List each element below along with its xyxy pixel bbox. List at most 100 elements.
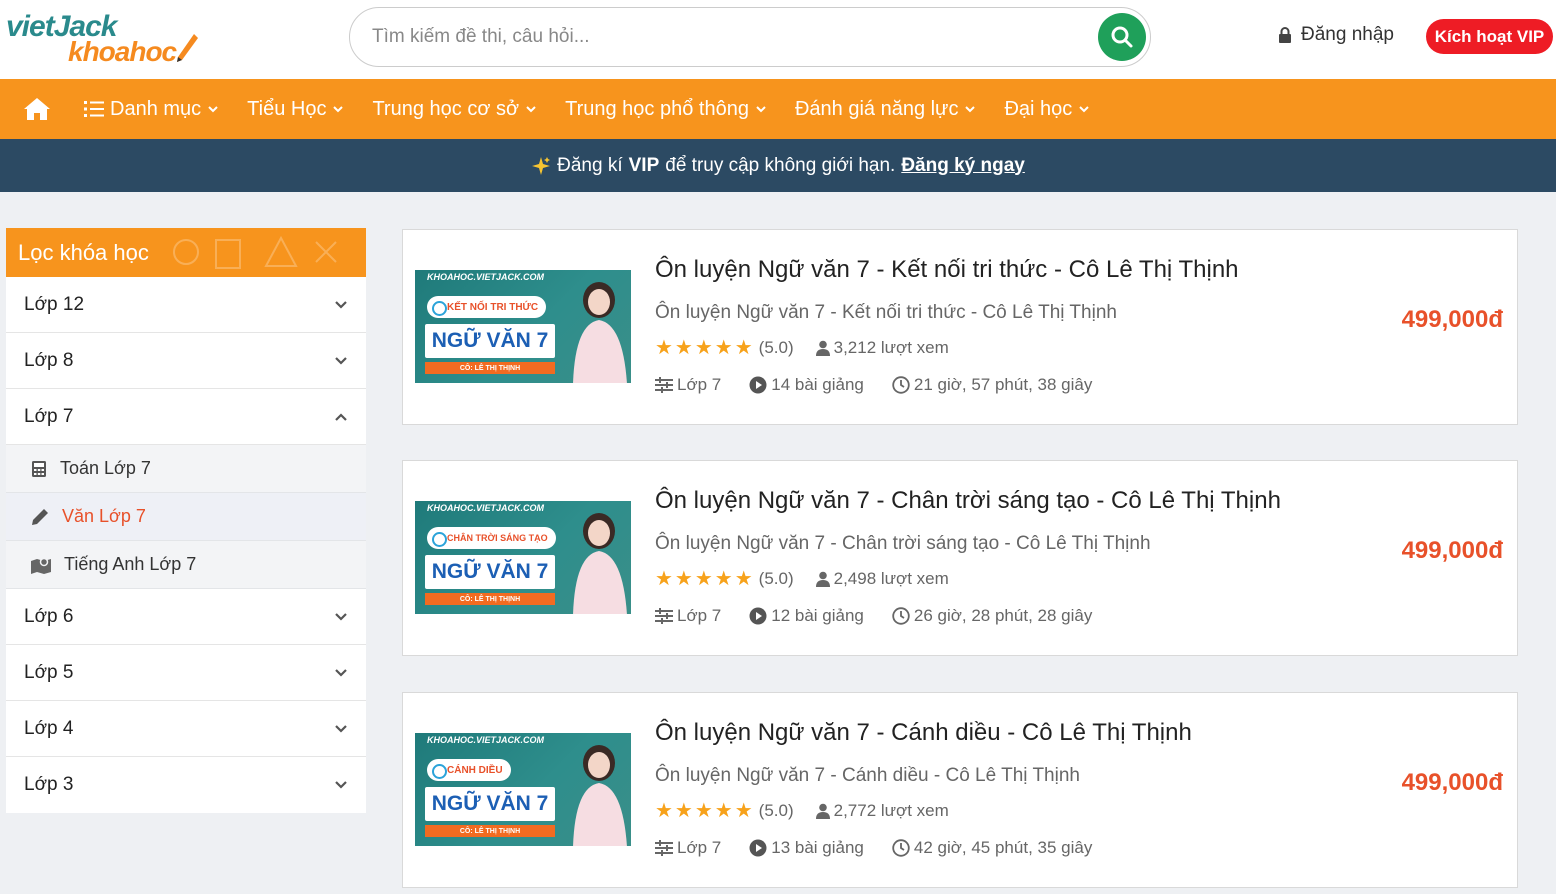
home-button[interactable]	[0, 96, 74, 122]
nav-item-dai-hoc[interactable]: Đại học	[1004, 98, 1090, 121]
lessons-text: 13 bài giảng	[771, 838, 864, 857]
clock-icon	[892, 376, 910, 394]
thumb-site: KHOAHOC.VIETJACK.COM	[427, 272, 545, 282]
sidebar-subitem-label: Tiếng Anh Lớp 7	[64, 554, 197, 574]
course-thumbnail[interactable]: KHOAHOC.VIETJACK.COM CÁNH DIỀU NGỮ VĂN 7…	[415, 733, 631, 846]
course-card[interactable]: KHOAHOC.VIETJACK.COM CÁNH DIỀU NGỮ VĂN 7…	[402, 692, 1518, 888]
chevron-down-icon	[335, 724, 347, 733]
nav-item-thpt[interactable]: Trung học phổ thông	[565, 98, 767, 121]
duration-text: 42 giờ, 45 phút, 35 giây	[913, 838, 1093, 857]
sidebar-item-lop-4[interactable]: Lớp 4	[6, 701, 366, 757]
sidebar-subitem-label: Văn Lớp 7	[62, 506, 146, 526]
course-card[interactable]: KHOAHOC.VIETJACK.COM CHÂN TRỜI SÁNG TẠO …	[402, 460, 1518, 656]
nav-label: Trung học phổ thông	[565, 97, 749, 120]
chevron-down-icon	[756, 106, 766, 113]
sidebar-item-label: Lớp 3	[24, 774, 74, 795]
sidebar-header: Lọc khóa học	[6, 228, 366, 277]
thumb-teacher: CÔ: LÊ THỊ THỊNH	[425, 593, 555, 605]
course-rating: ★★★★★ (5.0) 2,772 lượt xem	[655, 798, 949, 823]
nav-item-danh-muc[interactable]: Danh mục	[84, 98, 219, 121]
lessons-text: 14 bài giảng	[771, 375, 864, 394]
teacher-photo-icon	[573, 745, 627, 846]
sidebar-item-lop-12[interactable]: Lớp 12	[6, 277, 366, 333]
thumb-teacher: CÔ: LÊ THỊ THỊNH	[425, 362, 555, 374]
home-icon	[24, 98, 50, 120]
course-filter-sidebar: Lọc khóa học Lớp 12 Lớp 8 Lớp 7 Toán Lớp…	[6, 228, 366, 813]
login-link[interactable]: Đăng nhập	[1277, 24, 1394, 46]
duration-text: 21 giờ, 57 phút, 38 giây	[913, 375, 1093, 394]
thumb-subject: NGỮ VĂN 7	[425, 555, 555, 589]
nav-label: Đánh giá năng lực	[794, 97, 959, 120]
sidebar-subitem-label: Toán Lớp 7	[60, 458, 151, 478]
sidebar-item-label: Lớp 8	[24, 349, 74, 371]
nav-item-danh-gia-nang-luc[interactable]: Đánh giá năng lực	[795, 98, 977, 121]
grade-text: Lớp 7	[677, 606, 722, 625]
sliders-icon	[655, 377, 673, 393]
lock-icon	[1279, 27, 1291, 43]
course-lessons: 14 bài giảng	[749, 375, 864, 395]
map-icon	[31, 557, 51, 574]
views-text: 2,772 lượt xem	[833, 800, 949, 820]
sidebar-item-lop-5[interactable]: Lớp 5	[6, 645, 366, 701]
nav-label: Tiểu Học	[247, 97, 327, 120]
view-count: 2,498 lượt xem	[815, 568, 949, 589]
sliders-icon	[655, 840, 673, 856]
course-thumbnail[interactable]: KHOAHOC.VIETJACK.COM CHÂN TRỜI SÁNG TẠO …	[415, 501, 631, 614]
sidebar-subitem-van-lop-7[interactable]: Văn Lớp 7	[6, 493, 366, 541]
nav-item-tieu-hoc[interactable]: Tiểu Học	[247, 98, 344, 121]
search-button[interactable]	[1098, 13, 1146, 61]
course-title[interactable]: Ôn luyện Ngữ văn 7 - Cánh diều - Cô Lê T…	[655, 719, 1192, 747]
nav-label: Trung học cơ sở	[372, 97, 520, 120]
course-lessons: 12 bài giảng	[749, 606, 864, 626]
pencil-logo-icon	[177, 34, 198, 62]
sidebar-item-lop-8[interactable]: Lớp 8	[6, 333, 366, 389]
course-price: 499,000đ	[1401, 769, 1503, 796]
play-circle-icon	[749, 839, 767, 857]
chevron-down-icon	[335, 781, 347, 789]
sidebar-item-lop-7[interactable]: Lớp 7	[6, 389, 366, 445]
course-title[interactable]: Ôn luyện Ngữ văn 7 - Kết nối tri thức - …	[655, 256, 1239, 284]
sidebar-item-label: Lớp 4	[24, 717, 74, 739]
register-now-link[interactable]: Đăng ký ngay	[901, 155, 1025, 177]
sliders-icon	[655, 608, 673, 624]
thumb-badge: KẾT NỐI TRI THỨC	[427, 296, 547, 318]
thumb-site: KHOAHOC.VIETJACK.COM	[427, 735, 545, 745]
pencil-icon	[32, 508, 48, 525]
chevron-down-icon	[1079, 106, 1089, 113]
course-title[interactable]: Ôn luyện Ngữ văn 7 - Chân trời sáng tạo …	[655, 487, 1281, 515]
sidebar-item-lop-3[interactable]: Lớp 3	[6, 757, 366, 813]
chevron-down-icon	[526, 106, 536, 113]
course-grade: Lớp 7	[655, 838, 721, 858]
sidebar-subitem-tieng-anh-lop-7[interactable]: Tiếng Anh Lớp 7	[6, 541, 366, 589]
chevron-down-icon	[208, 106, 218, 113]
grade-text: Lớp 7	[677, 838, 722, 857]
rating-value: (5.0)	[758, 568, 794, 588]
school-doodle-icon	[173, 235, 337, 269]
course-subtitle: Ôn luyện Ngữ văn 7 - Kết nối tri thức - …	[655, 302, 1117, 323]
views-text: 2,498 lượt xem	[833, 568, 949, 588]
activate-vip-button[interactable]: Kích hoạt VIP	[1426, 19, 1553, 54]
duration-text: 26 giờ, 28 phút, 28 giây	[913, 606, 1093, 625]
chevron-down-icon	[333, 106, 344, 113]
course-lessons: 13 bài giảng	[749, 838, 864, 858]
rating-value: (5.0)	[758, 800, 794, 820]
nav-label: Đại học	[1004, 97, 1073, 120]
announce-vip: VIP	[628, 154, 660, 176]
course-thumbnail[interactable]: KHOAHOC.VIETJACK.COM KẾT NỐI TRI THỨC NG…	[415, 270, 631, 383]
sidebar-subitem-toan-lop-7[interactable]: Toán Lớp 7	[6, 445, 366, 493]
chevron-down-icon	[335, 612, 347, 621]
sidebar-item-label: Lớp 6	[24, 605, 74, 627]
announce-suffix: để truy cập không giới hạn.	[665, 154, 896, 176]
site-logo[interactable]: vietJack khoahoc	[6, 8, 206, 68]
thumb-badge: CHÂN TRỜI SÁNG TẠO	[427, 527, 556, 549]
sidebar-item-lop-6[interactable]: Lớp 6	[6, 589, 366, 645]
chevron-down-icon	[335, 668, 347, 677]
course-price: 499,000đ	[1401, 537, 1503, 564]
chevron-down-icon	[965, 106, 976, 113]
course-subtitle: Ôn luyện Ngữ văn 7 - Cánh diều - Cô Lê T…	[655, 765, 1080, 786]
search-input[interactable]	[372, 22, 1072, 52]
play-circle-icon	[749, 376, 767, 394]
nav-item-thcs[interactable]: Trung học cơ sở	[372, 98, 537, 121]
course-card[interactable]: KHOAHOC.VIETJACK.COM KẾT NỐI TRI THỨC NG…	[402, 229, 1518, 425]
course-duration: 26 giờ, 28 phút, 28 giây	[892, 606, 1092, 626]
